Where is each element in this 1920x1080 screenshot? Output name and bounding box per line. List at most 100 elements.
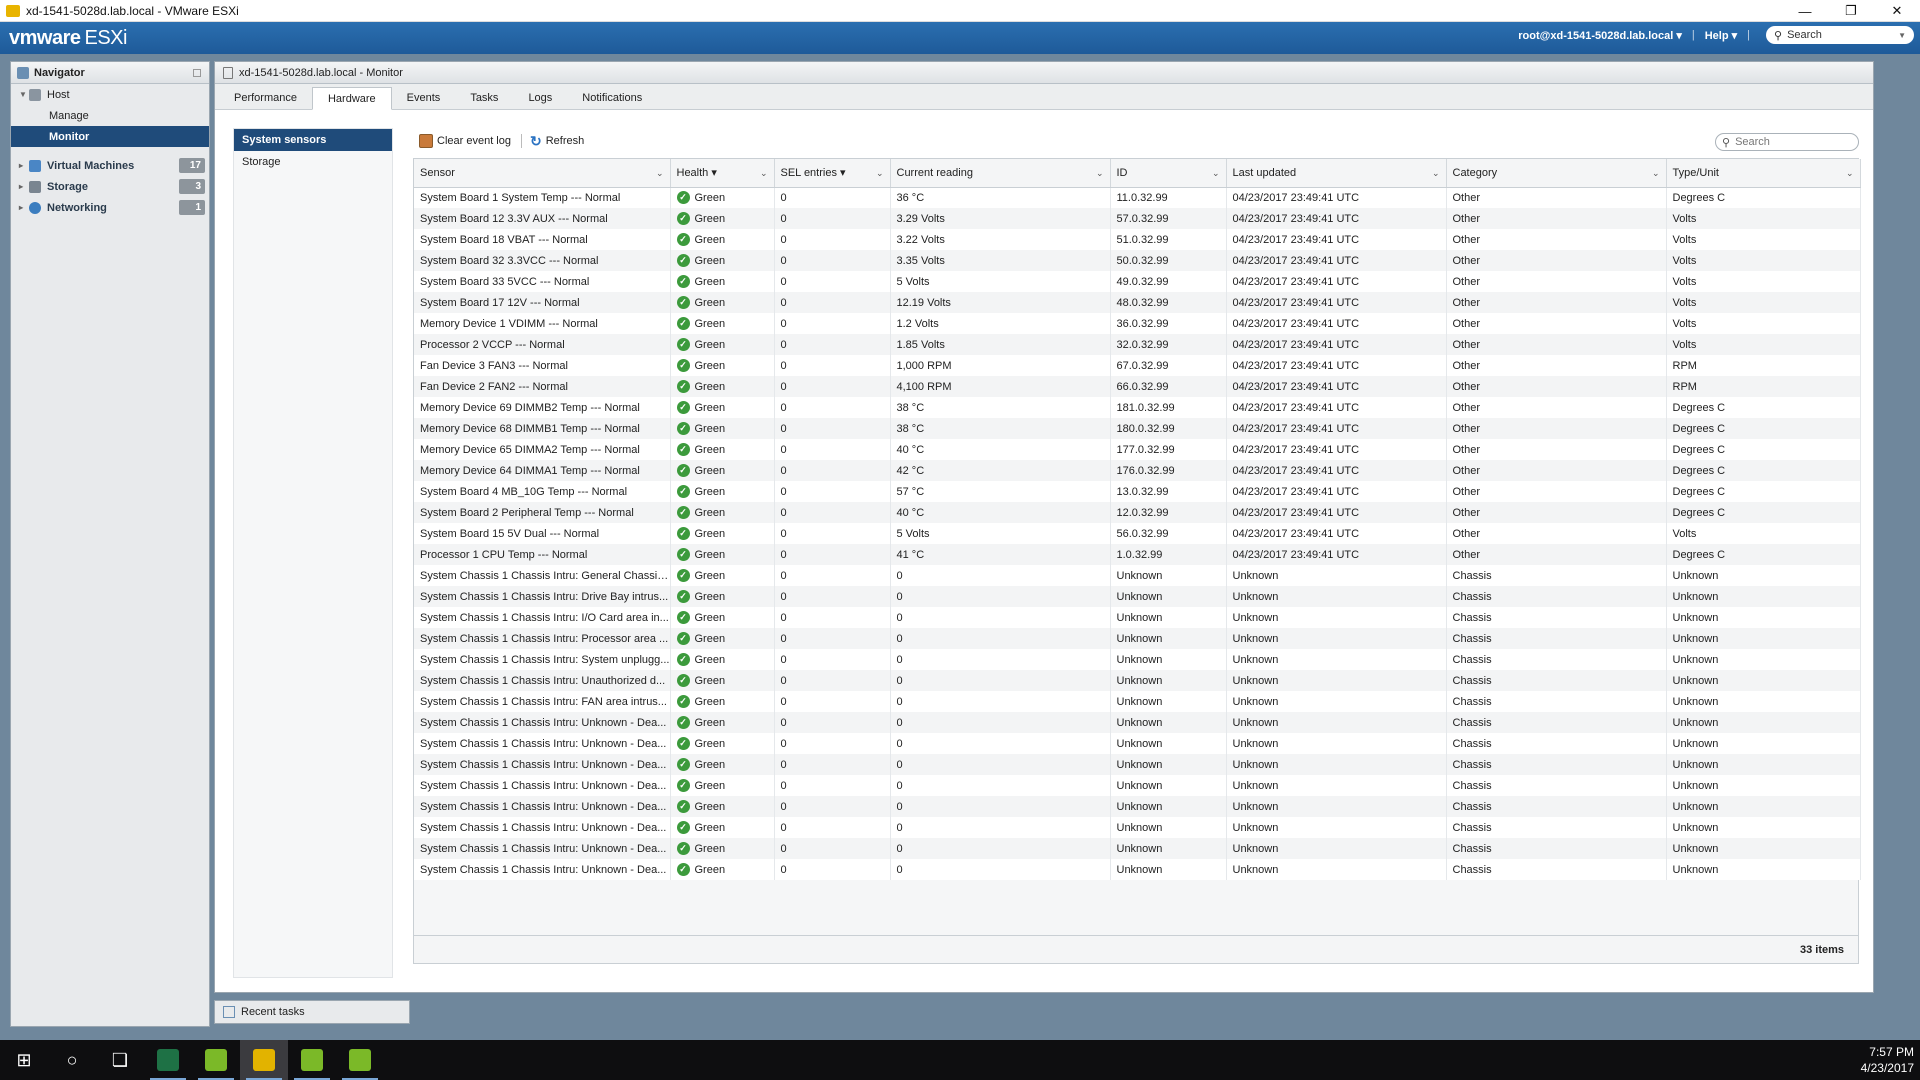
column-header[interactable]: Category ⌄	[1446, 159, 1667, 188]
taskbar-app-vmware-2[interactable]	[240, 1040, 288, 1080]
nav-item-host[interactable]: ▼ Host	[11, 84, 209, 105]
column-header[interactable]: Last updated ⌄	[1226, 159, 1447, 188]
chevron-down-icon[interactable]: ⌄	[1432, 168, 1440, 179]
user-menu[interactable]: root@xd-1541-5028d.lab.local ▾	[1518, 29, 1682, 42]
chevron-down-icon[interactable]: ⌄	[1846, 168, 1854, 179]
table-row[interactable]: System Board 15 5V Dual --- Normal ✓ Green…	[414, 523, 1861, 544]
column-header[interactable]: Type/Unit ⌄	[1666, 159, 1861, 188]
taskbar-app-vmware-3[interactable]	[288, 1040, 336, 1080]
table-row[interactable]: Memory Device 64 DIMMA1 Temp --- Normal ✓…	[414, 460, 1861, 481]
table-row[interactable]: System Chassis 1 Chassis Intru: FAN area…	[414, 691, 1861, 712]
table-row[interactable]: System Chassis 1 Chassis Intru: Unknown …	[414, 796, 1861, 817]
table-row[interactable]: System Chassis 1 Chassis Intru: General …	[414, 565, 1861, 586]
table-cell: Chassis	[1446, 649, 1667, 670]
table-row[interactable]: System Board 33 5VCC --- Normal ✓ Green 0 5 …	[414, 271, 1861, 292]
table-cell: Other	[1446, 397, 1667, 418]
tab-logs[interactable]: Logs	[513, 87, 567, 109]
cortana-button[interactable]: ○	[48, 1040, 96, 1080]
tab-performance[interactable]: Performance	[219, 87, 312, 109]
table-cell: RPM	[1666, 355, 1861, 376]
clear-event-log-button[interactable]: Clear event log	[419, 134, 511, 148]
minimize-button[interactable]: —	[1782, 0, 1828, 22]
table-row[interactable]: System Board 17 12V --- Normal ✓ Green 0 12.…	[414, 292, 1861, 313]
table-cell: 0	[774, 649, 891, 670]
table-row[interactable]: System Board 12 3.3V AUX --- Normal ✓ Gree…	[414, 208, 1861, 229]
expand-triangle-icon[interactable]: ▸	[19, 182, 29, 191]
table-row[interactable]: System Chassis 1 Chassis Intru: Processo…	[414, 628, 1861, 649]
health-status: ✓ Green	[676, 716, 774, 729]
table-cell: Unknown	[1226, 859, 1447, 880]
tab-hardware[interactable]: Hardware	[311, 87, 392, 110]
nav-item-monitor[interactable]: Monitor	[11, 126, 209, 147]
expand-triangle-icon[interactable]: ▸	[19, 161, 29, 170]
taskbar-app-vmware-1[interactable]	[192, 1040, 240, 1080]
table-row[interactable]: System Chassis 1 Chassis Intru: System u…	[414, 649, 1861, 670]
column-header[interactable]: Sensor ⌄	[414, 159, 671, 188]
navigator-panel: Navigator ▼ Host Manage Monitor ▸ Virtua…	[10, 61, 210, 1027]
recent-tasks-panel[interactable]: Recent tasks	[214, 1000, 410, 1024]
chevron-down-icon[interactable]: ⌄	[1212, 168, 1220, 179]
chevron-down-icon[interactable]: ▼	[1898, 31, 1906, 40]
table-row[interactable]: System Chassis 1 Chassis Intru: I/O Card…	[414, 607, 1861, 628]
table-row[interactable]: Fan Device 2 FAN2 --- Normal ✓ Green 0 4,100…	[414, 376, 1861, 397]
close-button[interactable]: ✕	[1874, 0, 1920, 22]
table-row[interactable]: Processor 2 VCCP --- Normal ✓ Green 0 1.85 V…	[414, 334, 1861, 355]
table-row[interactable]: System Chassis 1 Chassis Intru: Unknown …	[414, 838, 1861, 859]
side-item-storage[interactable]: Storage	[234, 151, 392, 173]
chevron-down-icon[interactable]: ⌄	[1652, 168, 1660, 179]
tab-notifications[interactable]: Notifications	[567, 87, 657, 109]
column-header[interactable]: SEL entries ▾ ⌄	[774, 159, 891, 188]
taskbar-app-vmware-4[interactable]	[336, 1040, 384, 1080]
column-header-label: ID	[1116, 166, 1128, 179]
table-row[interactable]: System Chassis 1 Chassis Intru: Unknown …	[414, 733, 1861, 754]
table-row[interactable]: System Board 32 3.3VCC --- Normal ✓ Green 0…	[414, 250, 1861, 271]
column-header[interactable]: ID ⌄	[1110, 159, 1227, 188]
chevron-down-icon[interactable]: ⌄	[1096, 168, 1104, 179]
nav-item-storage[interactable]: ▸ Storage 3	[11, 176, 209, 197]
chevron-down-icon[interactable]: ⌄	[876, 168, 884, 179]
vmware-logo[interactable]: vmware ESXi	[9, 27, 127, 50]
column-header[interactable]: Current reading ⌄	[890, 159, 1111, 188]
chevron-down-icon[interactable]: ⌄	[760, 168, 768, 179]
help-menu[interactable]: Help ▾	[1705, 29, 1737, 42]
table-row[interactable]: System Chassis 1 Chassis Intru: Unknown …	[414, 754, 1861, 775]
taskbar-app-excel[interactable]	[144, 1040, 192, 1080]
table-cell: Unknown	[1666, 670, 1861, 691]
column-header[interactable]: Health ▾ ⌄	[670, 159, 775, 188]
table-row[interactable]: System Chassis 1 Chassis Intru: Unknown …	[414, 775, 1861, 796]
expand-triangle-icon[interactable]: ▸	[19, 203, 29, 212]
nav-item-manage[interactable]: Manage	[11, 105, 209, 126]
table-row[interactable]: System Chassis 1 Chassis Intru: Unauthor…	[414, 670, 1861, 691]
restore-button[interactable]: ❐	[1828, 0, 1874, 22]
table-row[interactable]: System Chassis 1 Chassis Intru: Unknown …	[414, 817, 1861, 838]
table-row[interactable]: Memory Device 65 DIMMA2 Temp --- Normal ✓…	[414, 439, 1861, 460]
table-row[interactable]: Memory Device 69 DIMMB2 Temp --- Normal ✓…	[414, 397, 1861, 418]
nav-item-networking[interactable]: ▸ Networking 1	[11, 197, 209, 218]
tab-tasks[interactable]: Tasks	[455, 87, 513, 109]
table-row[interactable]: System Board 18 VBAT --- Normal ✓ Green 0 3.…	[414, 229, 1861, 250]
tab-events[interactable]: Events	[392, 87, 456, 109]
start-button[interactable]: ⊞	[0, 1040, 48, 1080]
header-search-input[interactable]: ⚲ Search ▼	[1766, 26, 1914, 44]
table-row[interactable]: Memory Device 68 DIMMB1 Temp --- Normal ✓…	[414, 418, 1861, 439]
header-separator: |	[1691, 29, 1695, 41]
table-row[interactable]: System Board 2 Peripheral Temp --- Norma…	[414, 502, 1861, 523]
nav-item-virtual-machines[interactable]: ▸ Virtual Machines 17	[11, 155, 209, 176]
taskbar-clock[interactable]: 7:57 PM 4/23/2017	[1861, 1044, 1914, 1076]
table-row[interactable]: System Board 1 System Temp --- Normal ✓ Gr…	[414, 187, 1861, 208]
chevron-down-icon[interactable]: ⌄	[656, 168, 664, 179]
task-view-button[interactable]: ❏	[96, 1040, 144, 1080]
table-search-input[interactable]: ⚲ Search	[1715, 133, 1859, 151]
expand-triangle-icon[interactable]: ▼	[19, 90, 29, 99]
table-row[interactable]: Memory Device 1 VDIMM --- Normal ✓ Green 0 1…	[414, 313, 1861, 334]
table-row[interactable]: Processor 1 CPU Temp --- Normal ✓ Green 0 41…	[414, 544, 1861, 565]
side-item-system-sensors[interactable]: System sensors	[234, 129, 392, 151]
table-cell: 04/23/2017 23:49:41 UTC	[1226, 313, 1447, 334]
table-row[interactable]: System Chassis 1 Chassis Intru: Drive Ba…	[414, 586, 1861, 607]
refresh-button[interactable]: ↻ Refresh	[530, 133, 584, 150]
table-row[interactable]: System Chassis 1 Chassis Intru: Unknown …	[414, 712, 1861, 733]
collapse-icon[interactable]	[193, 68, 201, 77]
table-row[interactable]: System Chassis 1 Chassis Intru: Unknown …	[414, 859, 1861, 880]
table-row[interactable]: System Board 4 MB_10G Temp --- Normal ✓ Gr…	[414, 481, 1861, 502]
table-row[interactable]: Fan Device 3 FAN3 --- Normal ✓ Green 0 1,000…	[414, 355, 1861, 376]
